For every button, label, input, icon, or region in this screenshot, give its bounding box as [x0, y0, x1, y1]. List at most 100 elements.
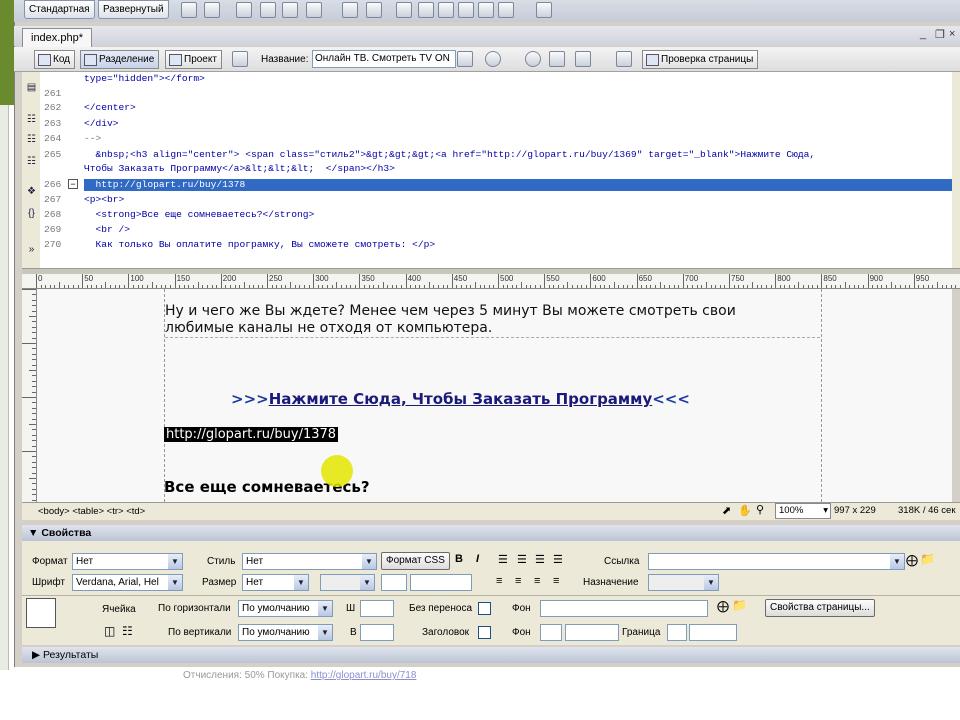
open-documents-icon[interactable]: ▤	[26, 82, 37, 93]
insert-icon-3[interactable]	[236, 2, 252, 18]
ruler-tick	[821, 274, 823, 288]
italic-button[interactable]: I	[476, 553, 479, 565]
balance-braces-icon[interactable]: {}	[26, 208, 37, 219]
ruler-tick	[32, 467, 36, 469]
code-scrollbar[interactable]	[952, 72, 960, 268]
header-checkbox[interactable]	[478, 626, 491, 639]
horizontal-align-select[interactable]: По умолчанию ▼	[238, 600, 333, 617]
ruler-tick	[465, 285, 467, 288]
design-view-button[interactable]: Проект	[165, 50, 222, 69]
collapse-tag-icon[interactable]: ☷	[26, 114, 37, 125]
indent-icon[interactable]: ≡	[553, 575, 559, 587]
insert-icon-8[interactable]	[366, 2, 382, 18]
hand-tool-icon[interactable]: ✋	[738, 504, 752, 517]
target-select[interactable]: ▼	[648, 574, 719, 591]
standard-tab[interactable]: Стандартная	[24, 0, 95, 19]
page-properties-button[interactable]: Свойства страницы...	[765, 599, 875, 617]
folder-icon-2[interactable]: 📁	[732, 598, 747, 612]
insert-icon-12[interactable]	[458, 2, 474, 18]
refresh-icon[interactable]	[525, 51, 541, 67]
border-color-input[interactable]	[689, 624, 737, 641]
split-view-button[interactable]: Разделение	[80, 50, 160, 69]
background-input[interactable]	[540, 600, 708, 617]
fold-collapse-icon[interactable]: −	[68, 179, 78, 189]
border-color-swatch[interactable]	[667, 624, 687, 641]
format-css-button[interactable]: Формат CSS	[381, 552, 450, 570]
insert-icon[interactable]	[181, 2, 197, 18]
ruler-tick	[816, 285, 818, 288]
close-icon[interactable]: ×	[949, 28, 955, 40]
insert-icon-15[interactable]	[536, 2, 552, 18]
align-justify-icon[interactable]: ☰	[553, 553, 563, 566]
insert-icon-10[interactable]	[418, 2, 434, 18]
ruler-tick	[830, 285, 832, 288]
style-select[interactable]: Нет ▼	[242, 553, 377, 570]
expand-all-icon[interactable]: ☷	[26, 156, 37, 167]
expanded-tab[interactable]: Развернутый	[98, 0, 169, 19]
insert-icon-11[interactable]	[438, 2, 454, 18]
unordered-list-icon[interactable]: ≡	[496, 575, 502, 587]
format-select[interactable]: Нет ▼	[72, 553, 183, 570]
insert-icon-14[interactable]	[498, 2, 514, 18]
insert-icon-4[interactable]	[260, 2, 276, 18]
view-options-icon[interactable]	[549, 51, 565, 67]
ruler-tick	[317, 285, 319, 288]
document-toolbar: Код Разделение Проект Название: Проверка…	[14, 47, 960, 72]
results-panel-header[interactable]: ▶ Результаты	[22, 647, 960, 663]
insert-icon-9[interactable]	[396, 2, 412, 18]
validate-icon[interactable]	[616, 51, 632, 67]
insert-icon-6[interactable]	[306, 2, 322, 18]
width-input[interactable]	[360, 600, 394, 617]
text-color-swatch[interactable]	[381, 574, 407, 591]
outdent-icon[interactable]: ≡	[534, 575, 540, 587]
background-color-swatch[interactable]	[540, 624, 562, 641]
nowrap-checkbox[interactable]	[478, 602, 491, 615]
point-to-file-icon-2[interactable]: ⨁	[717, 599, 729, 613]
chevron-down-icon: ▼	[704, 575, 718, 590]
zoom-select[interactable]: 100% ▾	[775, 503, 831, 519]
restore-icon[interactable]: ❐	[935, 28, 945, 41]
order-link-text[interactable]: Нажмите Сюда, Чтобы Заказать Программу	[269, 390, 653, 408]
align-right-icon[interactable]: ☰	[535, 553, 545, 566]
visual-aids-icon[interactable]	[575, 51, 591, 67]
live-view-icon[interactable]	[232, 51, 248, 67]
code-view-button[interactable]: Код	[34, 50, 76, 69]
text-color-input[interactable]	[410, 574, 472, 591]
merge-cells-icon[interactable]: ◫	[104, 624, 115, 638]
preview-globe-icon[interactable]	[485, 51, 501, 67]
vertical-align-select[interactable]: По умолчанию ▼	[238, 624, 333, 641]
align-center-icon[interactable]: ☰	[517, 553, 527, 566]
size-select[interactable]: Нет ▼	[242, 574, 309, 591]
insert-icon-5[interactable]	[282, 2, 298, 18]
zoom-tool-icon[interactable]: ⚲	[756, 503, 764, 516]
footer-link[interactable]: http://glopart.ru/buy/718	[311, 670, 417, 681]
pointer-tool-icon[interactable]: ⬈	[722, 504, 731, 517]
ordered-list-icon[interactable]: ≡	[515, 575, 521, 587]
page-title-input[interactable]: Онлайн ТВ. Смотреть TV ON	[312, 50, 456, 68]
more-tools-icon[interactable]: »	[26, 244, 37, 255]
font-select[interactable]: Verdana, Arial, Hel ▼	[72, 574, 183, 591]
select-parent-icon[interactable]: ❖	[26, 186, 37, 197]
align-left-icon[interactable]: ☰	[498, 553, 508, 566]
split-cell-icon[interactable]: ☷	[122, 624, 133, 638]
height-input[interactable]	[360, 624, 394, 641]
minimize-icon[interactable]: _	[920, 28, 926, 40]
link-input[interactable]: ▼	[648, 553, 905, 570]
background-color-input[interactable]	[565, 624, 619, 641]
tag-selector[interactable]: <body> <table> <tr> <td>	[38, 503, 145, 520]
window-size[interactable]: 997 x 229	[834, 505, 876, 516]
insert-icon-2[interactable]	[204, 2, 220, 18]
selected-url-text[interactable]: http://glopart.ru/buy/1378	[164, 427, 339, 442]
point-to-file-icon[interactable]: ⨁	[906, 553, 918, 567]
order-link[interactable]: >>>Нажмите Сюда, Чтобы Заказать Программ…	[231, 390, 690, 408]
properties-panel-header[interactable]: ▼ Свойства	[22, 525, 960, 541]
collapse-selection-icon[interactable]: ☷	[26, 134, 37, 145]
insert-icon-13[interactable]	[478, 2, 494, 18]
folder-icon[interactable]: 📁	[920, 552, 935, 566]
size-unit-select[interactable]: ▼	[320, 574, 375, 591]
file-manage-icon[interactable]	[457, 51, 473, 67]
document-tab[interactable]: index.php*	[22, 28, 92, 47]
bold-button[interactable]: B	[455, 553, 463, 565]
insert-icon-7[interactable]	[342, 2, 358, 18]
check-page-button[interactable]: Проверка страницы	[642, 50, 759, 69]
